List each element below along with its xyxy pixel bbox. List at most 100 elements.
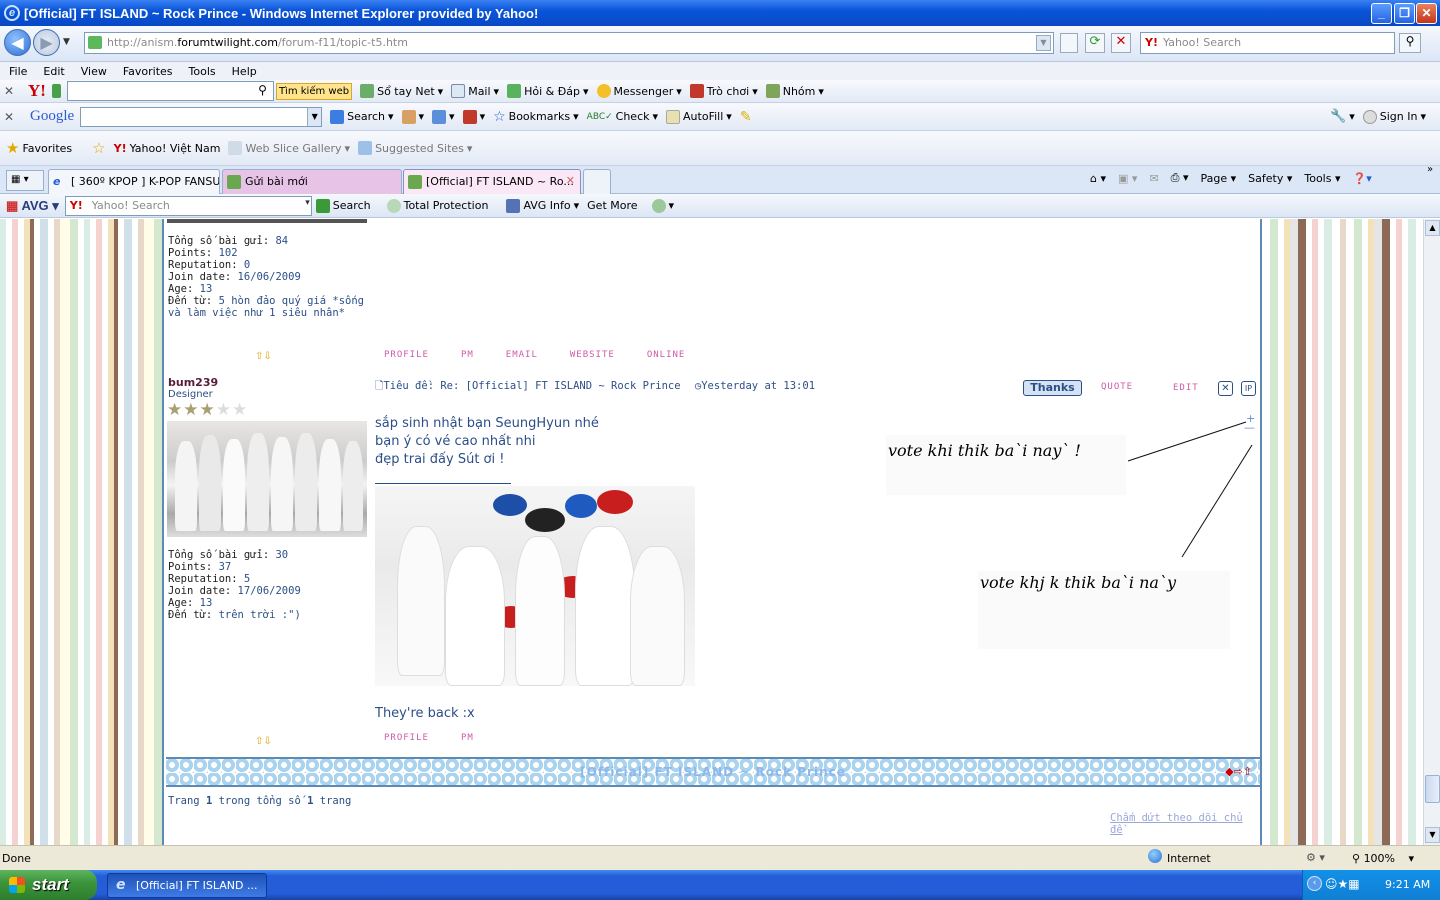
tab-ft-island[interactable]: [Official] FT ISLAND ~ Ro... ✕	[403, 169, 581, 194]
page-menu-label: Page	[1200, 171, 1228, 185]
menu-tools[interactable]: Tools	[189, 65, 216, 78]
games-item[interactable]: Trò chơi ▾	[689, 84, 758, 98]
help-icon[interactable]: ❓▾	[1353, 172, 1372, 185]
search-web-button[interactable]: Tìm kiếm web	[275, 82, 353, 100]
tab-kpop-label: [ 360º KPOP ] K-POP FANSU...	[71, 175, 220, 188]
forward-button[interactable]: ▶	[33, 29, 60, 56]
tab-kpop[interactable]: e [ 360º KPOP ] K-POP FANSU...	[48, 169, 220, 194]
avg-info-button[interactable]: AVG Info ▾	[506, 198, 579, 213]
close-tab-icon[interactable]: ✕	[566, 174, 575, 187]
fav-yahoo[interactable]: Y! Yahoo! Việt Nam	[114, 142, 221, 155]
fav-web-slice[interactable]: Web Slice Gallery ▾	[228, 141, 350, 155]
search-go-icon[interactable]: ⚲	[1399, 33, 1421, 53]
settings-item[interactable]: 🔧 ▾	[1330, 109, 1355, 124]
start-button[interactable]: start	[0, 870, 97, 900]
scroll-down-arrow[interactable]: ▼	[1425, 827, 1440, 843]
close-toolbar-icon[interactable]: ✕	[0, 84, 18, 98]
menu-file[interactable]: File	[9, 65, 27, 78]
get-more-button[interactable]: Get More	[587, 199, 637, 212]
status-bar: Done Internet ⚙ ▾ ⚲ 100% ▾	[0, 845, 1440, 870]
yahoo-toolbar-search[interactable]: ⚲	[66, 81, 274, 101]
minimize-button[interactable]: _	[1371, 3, 1392, 24]
favorites-label: Favorites	[22, 141, 73, 155]
fav-suggested[interactable]: Suggested Sites ▾	[358, 141, 472, 155]
vertical-scrollbar[interactable]: ▲ ▼	[1423, 219, 1440, 845]
messenger-item[interactable]: Messenger ▾	[596, 84, 682, 98]
chevron-down-icon[interactable]: ▼	[307, 107, 322, 126]
close-button[interactable]: ✕	[1416, 3, 1437, 24]
total-protection-button[interactable]: Total Protection	[386, 198, 488, 213]
sign-in-item[interactable]: Sign In ▾	[1362, 109, 1426, 124]
plus-item[interactable]: ▾	[432, 109, 455, 124]
fav-suggested-label: Suggested Sites	[375, 141, 464, 155]
unwatch-topic-link[interactable]: Chấm dứt theo dõi chủ đề	[1110, 812, 1260, 836]
plus-icon	[432, 109, 447, 124]
bookmarks-item[interactable]: ☆ Bookmarks ▾	[493, 109, 579, 125]
menu-view[interactable]: View	[81, 65, 107, 78]
recent-pages-dropdown[interactable]: ▼	[63, 37, 70, 47]
background-stripes-right	[1262, 219, 1423, 845]
share-item[interactable]: ▾	[401, 109, 424, 124]
avg-toolbar: ▦ AVG ▾ Y! Yahoo! Search ▾ Search Total …	[0, 194, 1440, 218]
messenger-icon	[596, 84, 611, 98]
tray-icons[interactable]: ☺★▦	[1325, 877, 1360, 891]
back-button[interactable]: ◀	[4, 29, 31, 56]
spellcheck-item[interactable]: ABC✓ Check ▾	[587, 110, 658, 123]
chevron-right-icon[interactable]: »	[1427, 164, 1433, 175]
highlight-icon: ✎	[739, 108, 752, 125]
stop-icon[interactable]: ✕	[1111, 33, 1131, 53]
chevron-down-icon[interactable]: ▾	[305, 198, 310, 208]
show-hidden-icons[interactable]: ‹	[1307, 876, 1322, 891]
close-toolbar-icon[interactable]: ✕	[0, 110, 18, 124]
tools-menu[interactable]: Tools ▾	[1304, 172, 1340, 185]
groups-item[interactable]: Nhóm ▾	[765, 84, 824, 98]
new-tab-button[interactable]	[583, 169, 611, 194]
menu-edit[interactable]: Edit	[43, 65, 64, 78]
home-icon[interactable]: ⌂ ▾	[1090, 172, 1106, 185]
compatibility-icon[interactable]	[1060, 33, 1078, 53]
pagination-middle: trong tổng số	[218, 795, 301, 807]
feeds-icon[interactable]: ▣ ▾	[1118, 172, 1137, 185]
mail-item[interactable]: Mail ▾	[451, 84, 499, 98]
google-search-button[interactable]: Search ▾	[330, 109, 394, 124]
taskbar-item-ie[interactable]: e [Official] FT ISLAND ...	[107, 873, 267, 898]
scroll-thumb[interactable]	[1425, 775, 1440, 803]
scroll-up-arrow[interactable]: ▲	[1425, 220, 1440, 236]
games-icon	[689, 84, 704, 98]
page-menu[interactable]: Page ▾	[1200, 172, 1236, 185]
highlight-item[interactable]: ✎	[740, 109, 752, 125]
zoom-control[interactable]: ⚲ 100% ▾	[1352, 852, 1414, 865]
security-zone: Internet	[1167, 852, 1211, 865]
refresh-icon[interactable]: ⟳	[1085, 33, 1105, 53]
avg-refresh-icon	[651, 198, 666, 213]
avg-extra-button[interactable]: ▾	[651, 198, 674, 213]
protected-mode-icon[interactable]: ⚙ ▾	[1306, 851, 1325, 864]
avg-search-input[interactable]: Y! Yahoo! Search ▾	[64, 195, 312, 216]
yahoo-search-input[interactable]: Y! Yahoo! Search	[1140, 32, 1395, 54]
topic-title-bar: [Official] FT ISLAND ~ Rock Prince ◆⇨⇧	[166, 757, 1260, 787]
google-logo: Google	[30, 108, 75, 124]
read-mail-icon[interactable]: ✉	[1149, 172, 1158, 185]
print-icon[interactable]: ⎙ ▾	[1171, 171, 1189, 185]
tab-new-post[interactable]: Gửi bài mới	[222, 169, 402, 194]
safety-menu[interactable]: Safety ▾	[1248, 172, 1292, 185]
address-book-item[interactable]: Sổ tay Net ▾	[360, 84, 443, 98]
restore-button[interactable]: ❐	[1394, 3, 1415, 24]
url-dropdown[interactable]: ▼	[1036, 35, 1051, 51]
menu-help[interactable]: Help	[232, 65, 257, 78]
answers-item[interactable]: Hỏi & Đáp ▾	[507, 84, 589, 98]
nav-arrows[interactable]: ◆⇨⇧	[1225, 765, 1252, 778]
avg-search-button[interactable]: Search	[315, 198, 371, 213]
avg-info-label: AVG Info	[523, 199, 571, 212]
favorites-button[interactable]: ★ Favorites	[6, 139, 72, 157]
answers-icon	[507, 84, 522, 98]
google-search-input[interactable]: ▼	[80, 106, 323, 127]
quick-tabs-button[interactable]: ▦ ▾	[6, 170, 44, 191]
menu-favorites[interactable]: Favorites	[123, 65, 173, 78]
url-input[interactable]: http://anism.forumtwilight.com/forum-f11…	[84, 32, 1054, 54]
popup-blocker-item[interactable]: ▾	[462, 109, 485, 124]
autofill-item[interactable]: AutoFill ▾	[666, 109, 732, 124]
user-circle-icon	[1362, 109, 1377, 124]
add-favorite-button[interactable]: ☆	[92, 139, 105, 157]
user-icon[interactable]	[51, 84, 61, 98]
